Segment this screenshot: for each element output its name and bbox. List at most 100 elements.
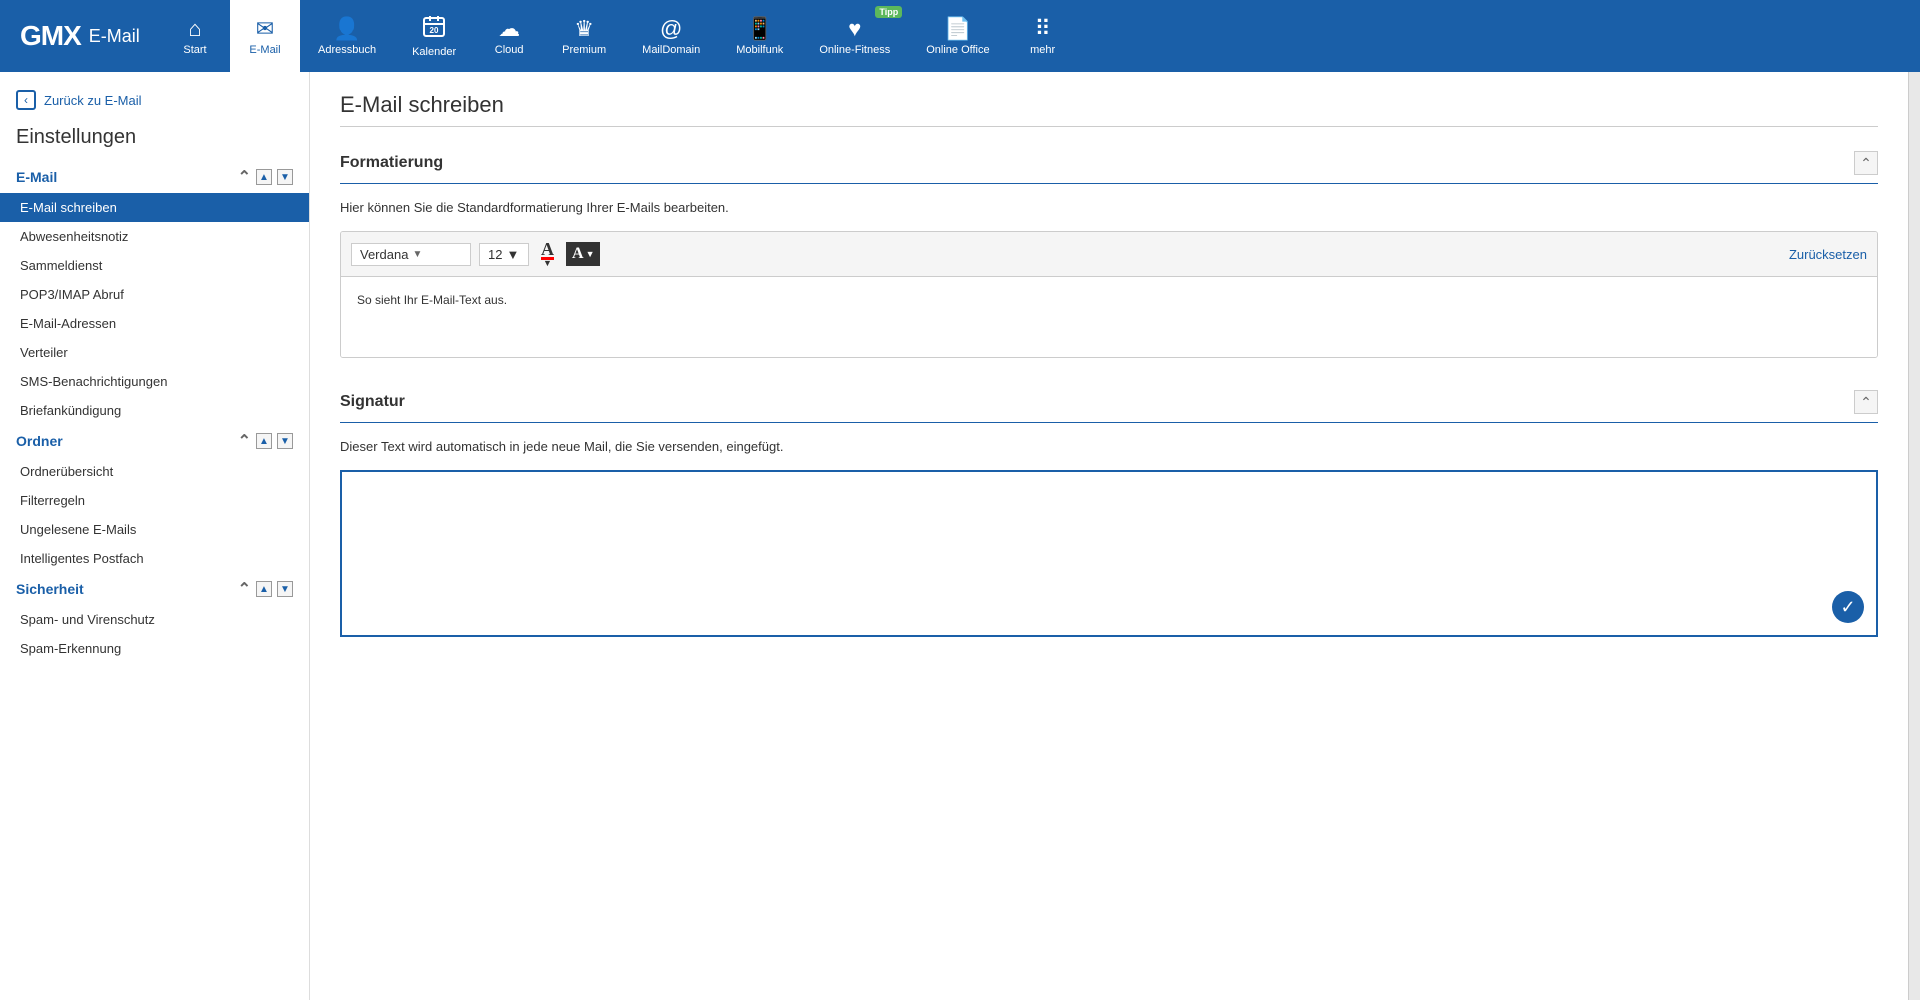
font-family-arrow-icon: ▼ <box>412 249 422 260</box>
sidebar-item-intelligentes-postfach[interactable]: Intelligentes Postfach <box>0 544 309 573</box>
sidebar-item-spam-virenschutz[interactable]: Spam- und Virenschutz <box>0 605 309 634</box>
font-color-letter-icon: A <box>541 240 554 258</box>
font-size-select[interactable]: 12 ▼ <box>479 243 529 266</box>
formatierung-collapse-btn[interactable]: ⌃ <box>1854 151 1878 175</box>
nav-item-mehr[interactable]: ⠿ mehr <box>1008 0 1078 72</box>
nav-label-adressbuch: Adressbuch <box>318 44 376 56</box>
signatur-collapse-btn[interactable]: ⌃ <box>1854 390 1878 414</box>
nav-item-online-office[interactable]: 📄 Online Office <box>908 0 1007 72</box>
font-size-arrow-icon: ▼ <box>506 247 519 262</box>
sidebar-item-ordneruebersicht[interactable]: Ordnerübersicht <box>0 457 309 486</box>
sidebar-title: Einstellungen <box>0 118 309 161</box>
scroll-up-btn-ordner[interactable]: ▲ <box>256 433 272 449</box>
nav-label-online-fitness: Online-Fitness <box>819 44 890 56</box>
preview-text: So sieht Ihr E-Mail-Text aus. <box>357 293 507 307</box>
logo[interactable]: GMX E-Mail <box>0 0 160 72</box>
scroll-down-btn-email[interactable]: ▼ <box>277 169 293 185</box>
nav-label-start: Start <box>183 44 206 56</box>
font-family-select[interactable]: Verdana ▼ <box>351 243 471 266</box>
collapse-icon-email: ⌃ <box>238 167 251 187</box>
scroll-up-btn-sicherheit[interactable]: ▲ <box>256 581 272 597</box>
signatur-description: Dieser Text wird automatisch in jede neu… <box>340 439 1878 454</box>
nav-label-maildomain: MailDomain <box>642 44 700 56</box>
kalender-icon: 20 <box>422 14 446 44</box>
nav-label-online-office: Online Office <box>926 44 989 56</box>
title-divider <box>340 126 1878 127</box>
font-highlight-button[interactable]: A ▼ <box>566 242 600 266</box>
nav-label-email: E-Mail <box>249 44 280 56</box>
sidebar-item-abwesenheitsnotiz[interactable]: Abwesenheitsnotiz <box>0 222 309 251</box>
nav-label-mehr: mehr <box>1030 44 1055 56</box>
preview-area: So sieht Ihr E-Mail-Text aus. <box>341 277 1877 357</box>
sidebar-item-briefankuendigung[interactable]: Briefankündigung <box>0 396 309 425</box>
sidebar-section-ordner[interactable]: Ordner ⌃ ▲ ▼ <box>0 425 309 457</box>
nav-item-email[interactable]: ✉ E-Mail <box>230 0 300 72</box>
font-highlight-letter-icon: A <box>572 245 584 263</box>
main-content: E-Mail schreiben Formatierung ⌃ Hier kön… <box>310 72 1908 1000</box>
reset-link[interactable]: Zurücksetzen <box>1789 247 1867 262</box>
font-family-value: Verdana <box>360 247 408 262</box>
scroll-down-btn-sicherheit[interactable]: ▼ <box>277 581 293 597</box>
email-icon: ✉ <box>256 16 274 42</box>
nav-item-online-fitness[interactable]: Tipp ♥ Online-Fitness <box>801 0 908 72</box>
nav-items: ⌂ Start ✉ E-Mail 👤 Adressbuch 20 Kalende… <box>160 0 1920 72</box>
signatur-section: Signatur ⌃ Dieser Text wird automatisch … <box>340 382 1878 637</box>
format-toolbar: Verdana ▼ 12 ▼ A ▼ A ▼ Zurück <box>340 231 1878 358</box>
sidebar-item-spam-erkennung[interactable]: Spam-Erkennung <box>0 634 309 663</box>
nav-item-start[interactable]: ⌂ Start <box>160 0 230 72</box>
nav-item-kalender[interactable]: 20 Kalender <box>394 0 474 72</box>
back-arrow-icon: ‹ <box>16 90 36 110</box>
online-office-icon: 📄 <box>944 16 971 42</box>
page-title: E-Mail schreiben <box>340 92 1878 118</box>
formatierung-description: Hier können Sie die Standardformatierung… <box>340 200 1878 215</box>
sidebar-item-sms-benachrichtigungen[interactable]: SMS-Benachrichtigungen <box>0 367 309 396</box>
signature-box[interactable]: ✓ <box>340 470 1878 637</box>
signatur-section-header: Signatur ⌃ <box>340 382 1878 423</box>
nav-item-maildomain[interactable]: @ MailDomain <box>624 0 718 72</box>
mehr-icon: ⠿ <box>1035 16 1051 42</box>
nav-item-mobilfunk[interactable]: 📱 Mobilfunk <box>718 0 801 72</box>
nav-label-cloud: Cloud <box>495 44 524 56</box>
sidebar-item-sammeldienst[interactable]: Sammeldienst <box>0 251 309 280</box>
gmx-logo-text: GMX <box>20 20 81 52</box>
sidebar-item-filterregeln[interactable]: Filterregeln <box>0 486 309 515</box>
sidebar-item-email-adressen[interactable]: E-Mail-Adressen <box>0 309 309 338</box>
svg-text:20: 20 <box>430 26 439 35</box>
sidebar-section-email-label: E-Mail <box>16 169 57 185</box>
toolbar-row: Verdana ▼ 12 ▼ A ▼ A ▼ Zurück <box>341 232 1877 277</box>
signature-check-button[interactable]: ✓ <box>1832 591 1864 623</box>
scroll-down-btn-ordner[interactable]: ▼ <box>277 433 293 449</box>
adressbuch-icon: 👤 <box>333 16 360 42</box>
font-highlight-arrow-icon: ▼ <box>586 249 595 259</box>
collapse-icon-sicherheit: ⌃ <box>238 579 251 599</box>
nav-item-adressbuch[interactable]: 👤 Adressbuch <box>300 0 394 72</box>
top-nav: GMX E-Mail ⌂ Start ✉ E-Mail 👤 Adressbuch… <box>0 0 1920 72</box>
sidebar-item-verteiler[interactable]: Verteiler <box>0 338 309 367</box>
scrollbar[interactable] <box>1908 72 1920 1000</box>
font-color-button[interactable]: A ▼ <box>537 238 558 270</box>
sidebar-item-ungelesene-emails[interactable]: Ungelesene E-Mails <box>0 515 309 544</box>
nav-label-premium: Premium <box>562 44 606 56</box>
nav-item-premium[interactable]: ♛ Premium <box>544 0 624 72</box>
nav-label-kalender: Kalender <box>412 46 456 58</box>
back-to-email-link[interactable]: ‹ Zurück zu E-Mail <box>0 82 309 118</box>
main-layout: ‹ Zurück zu E-Mail Einstellungen E-Mail … <box>0 72 1920 1000</box>
premium-icon: ♛ <box>574 16 594 42</box>
sidebar-section-sicherheit-label: Sicherheit <box>16 581 84 597</box>
sidebar-section-email[interactable]: E-Mail ⌃ ▲ ▼ <box>0 161 309 193</box>
tipp-badge: Tipp <box>875 6 902 18</box>
online-fitness-icon: ♥ <box>848 16 861 42</box>
nav-item-cloud[interactable]: ☁ Cloud <box>474 0 544 72</box>
sidebar-item-email-schreiben[interactable]: E-Mail schreiben <box>0 193 309 222</box>
nav-label-mobilfunk: Mobilfunk <box>736 44 783 56</box>
back-link-label: Zurück zu E-Mail <box>44 93 142 108</box>
mobilfunk-icon: 📱 <box>746 16 773 42</box>
formatierung-section-header: Formatierung ⌃ <box>340 143 1878 184</box>
sidebar-section-sicherheit[interactable]: Sicherheit ⌃ ▲ ▼ <box>0 573 309 605</box>
font-size-value: 12 <box>488 247 502 262</box>
signature-textarea[interactable] <box>342 472 1876 632</box>
scroll-up-btn-email[interactable]: ▲ <box>256 169 272 185</box>
sidebar-item-pop3-imap[interactable]: POP3/IMAP Abruf <box>0 280 309 309</box>
email-logo-text: E-Mail <box>89 26 140 47</box>
checkmark-icon: ✓ <box>1840 597 1855 618</box>
